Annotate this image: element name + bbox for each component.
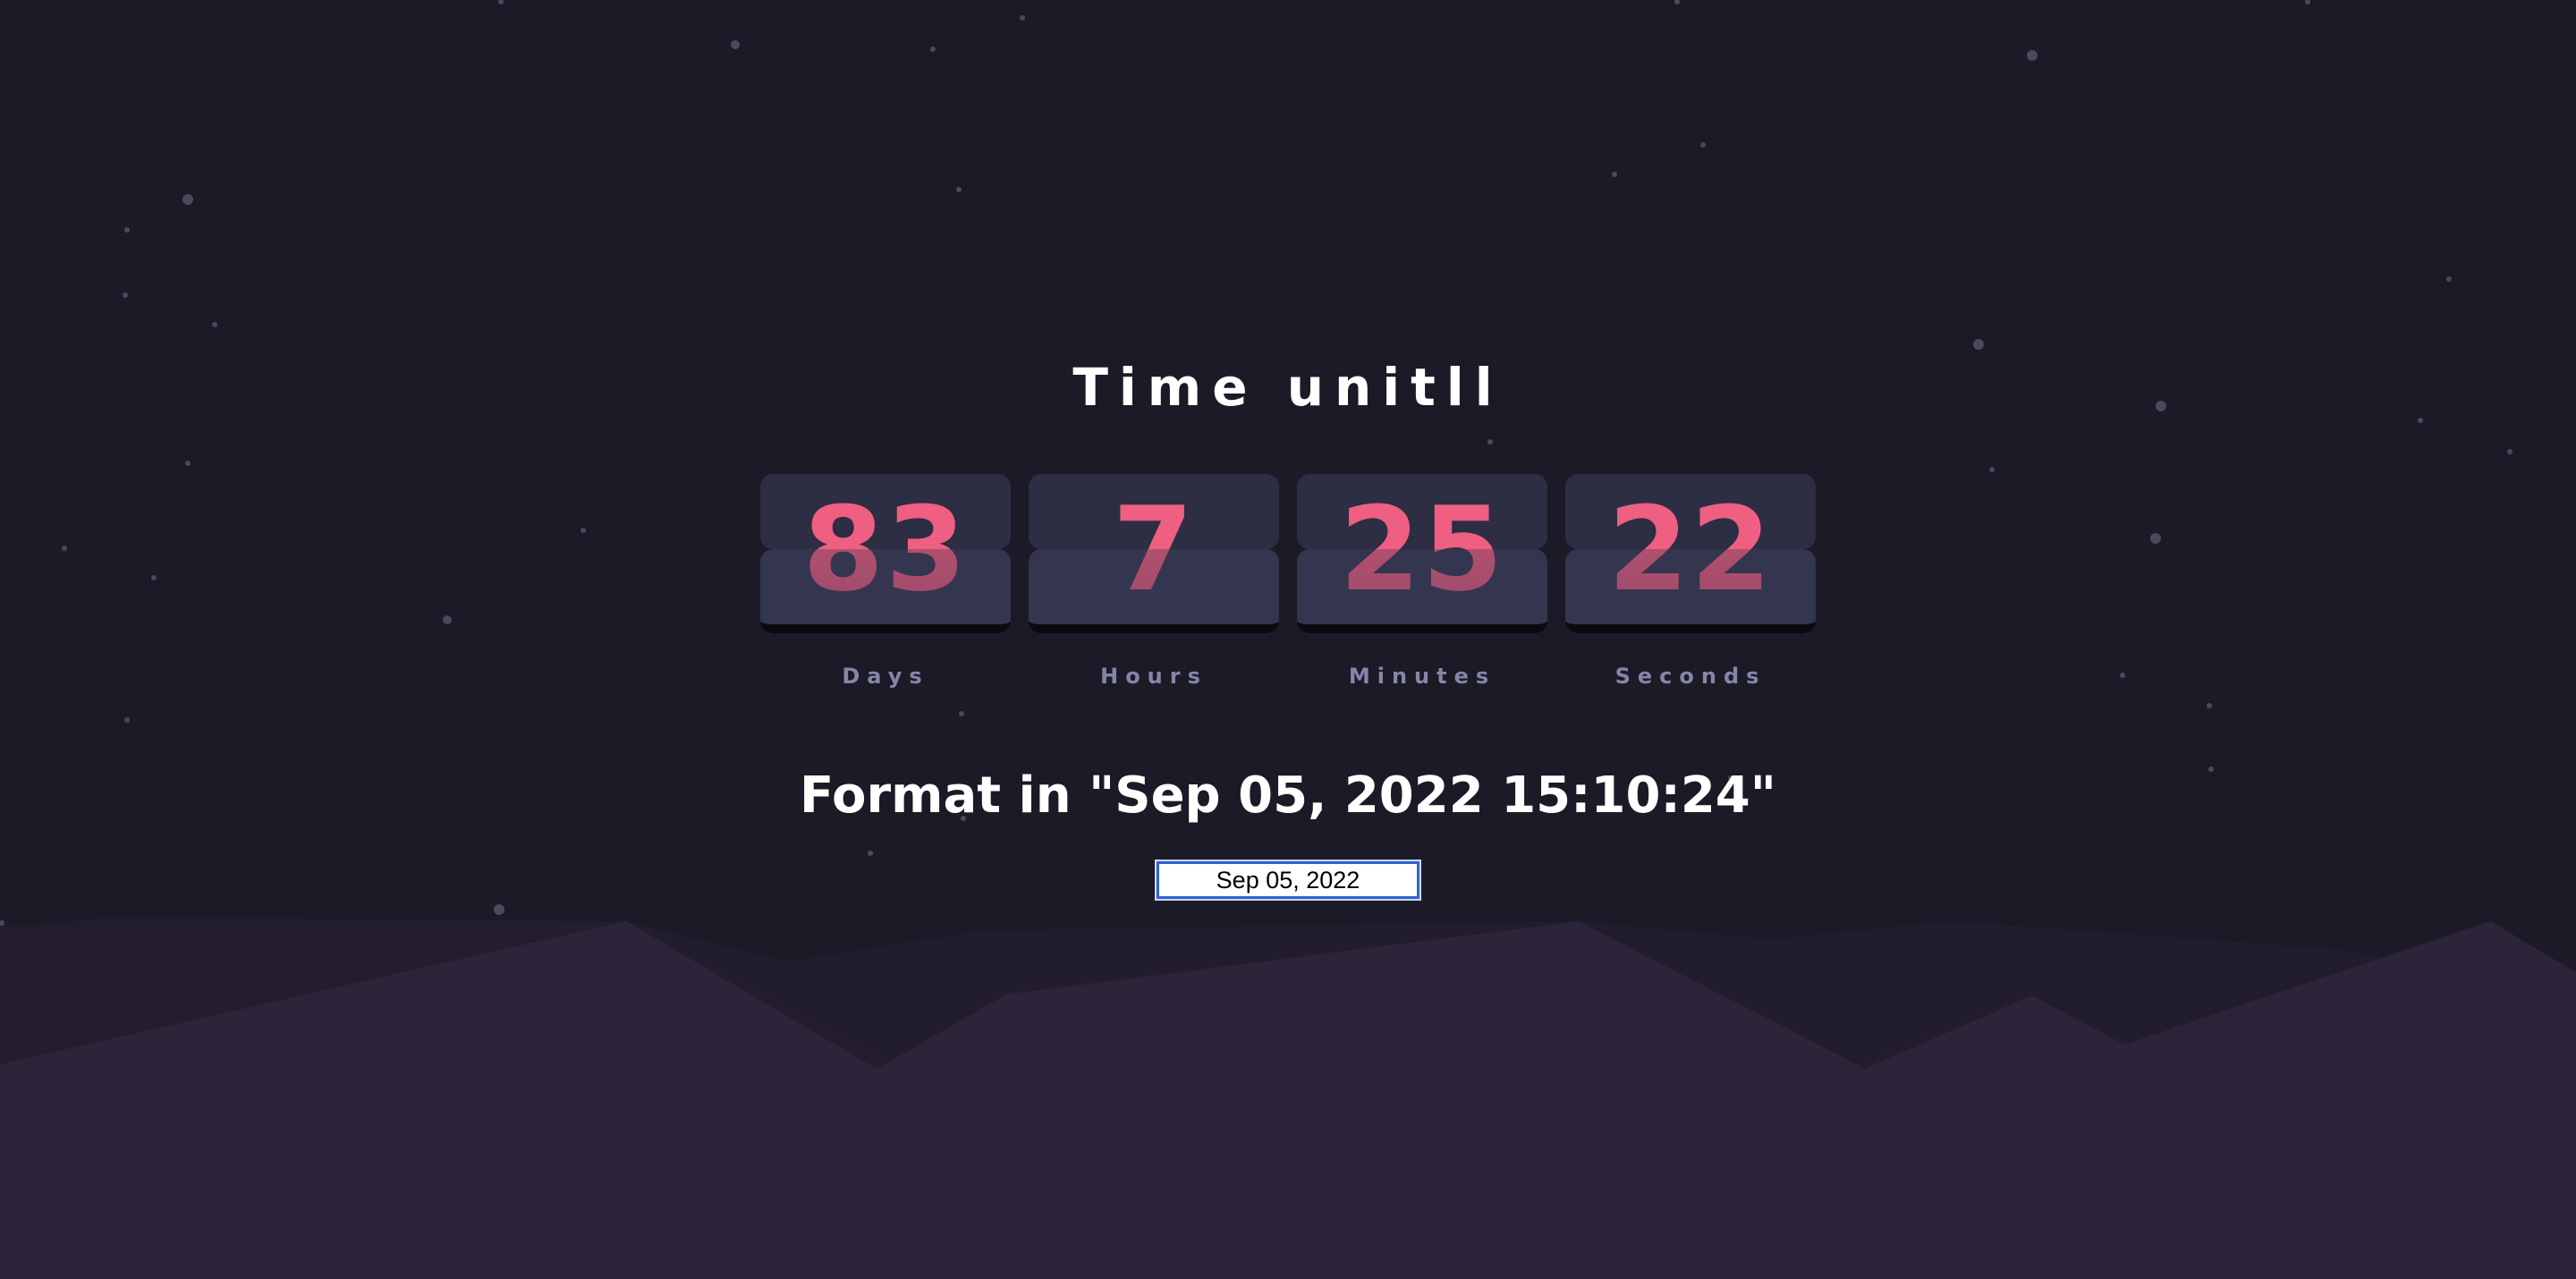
minutes-value: 25: [1297, 474, 1547, 624]
seconds-value: 22: [1565, 474, 1816, 624]
seconds-label: Seconds: [1614, 664, 1767, 689]
countdown-hours: 7 Hours: [1023, 474, 1284, 689]
countdown-days: 83 Days: [755, 474, 1016, 689]
seconds-card: 22: [1560, 474, 1821, 633]
hours-value: 7: [1029, 474, 1279, 624]
days-label: Days: [842, 664, 929, 689]
days-card: 83: [755, 474, 1016, 633]
days-value: 83: [760, 474, 1011, 624]
countdown-cards: 83 Days 7 Hours 25 Minutes 22 Seconds: [0, 474, 2576, 689]
countdown-scene: Time unitll 83 Days 7 Hours 25 Minutes 2…: [0, 0, 2576, 1279]
target-date-input[interactable]: [1155, 860, 1421, 901]
page-title: Time unitll: [1072, 357, 1504, 418]
countdown-minutes: 25 Minutes: [1292, 474, 1553, 689]
minutes-label: Minutes: [1348, 664, 1496, 689]
hours-label: Hours: [1100, 664, 1208, 689]
hours-card: 7: [1023, 474, 1284, 633]
minutes-card: 25: [1292, 474, 1553, 633]
countdown-seconds: 22 Seconds: [1560, 474, 1821, 689]
format-hint: Format in "Sep 05, 2022 15:10:24": [800, 767, 1776, 825]
